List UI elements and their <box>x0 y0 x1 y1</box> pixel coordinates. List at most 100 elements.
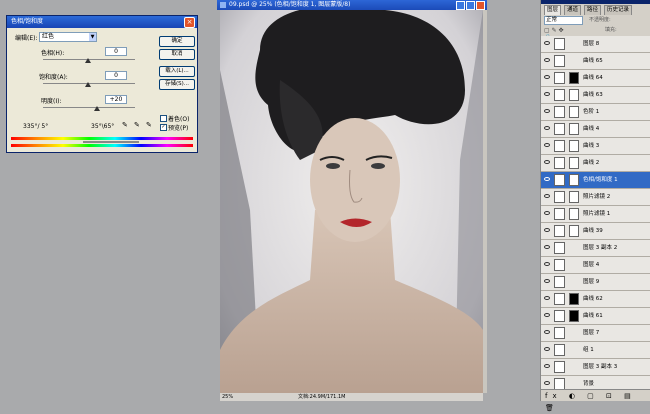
layer-row[interactable]: 图层 8 <box>541 36 650 53</box>
blend-mode-select[interactable]: 正常 <box>544 16 583 25</box>
lightness-input[interactable]: +20 <box>105 95 127 104</box>
image-canvas[interactable] <box>220 10 483 393</box>
eye-icon[interactable] <box>544 245 550 249</box>
layer-row[interactable]: 曲线 63 <box>541 87 650 104</box>
eyedropper-icon[interactable]: ✎ <box>122 121 128 129</box>
minimize-icon[interactable] <box>456 1 465 10</box>
layer-thumbnail <box>554 378 565 389</box>
eyedropper-minus-icon[interactable]: ✎ <box>146 121 152 129</box>
layer-mask-thumbnail[interactable] <box>569 208 579 220</box>
layer-mask-thumbnail[interactable] <box>569 89 579 101</box>
eye-icon[interactable] <box>544 313 550 317</box>
layer-row[interactable]: 照片滤镜 2 <box>541 189 650 206</box>
layer-row[interactable]: 图层 9 <box>541 274 650 291</box>
eye-icon[interactable] <box>544 296 550 300</box>
saturation-input[interactable]: 0 <box>105 71 127 80</box>
saturation-slider-thumb[interactable] <box>85 82 91 87</box>
tab-paths[interactable]: 路径 <box>584 5 602 15</box>
layer-row[interactable]: 曲线 65 <box>541 53 650 70</box>
ok-button[interactable]: 确定 <box>159 36 195 47</box>
lightness-slider-thumb[interactable] <box>94 106 100 111</box>
layer-row[interactable]: 曲线 62 <box>541 291 650 308</box>
preview-checkbox[interactable]: ✓ <box>160 124 167 131</box>
layer-list: 图层 8 曲线 65 曲线 64 曲线 63 色阶 1 曲线 4 曲线 3 曲线 2 色相/饱和… <box>541 36 650 389</box>
eye-icon[interactable] <box>544 58 550 62</box>
eye-icon[interactable] <box>544 347 550 351</box>
layer-name: 曲线 63 <box>583 92 603 98</box>
hue-slider-thumb[interactable] <box>85 58 91 63</box>
eye-icon[interactable] <box>544 262 550 266</box>
layer-thumbnail <box>554 72 565 84</box>
eye-icon[interactable] <box>544 109 550 113</box>
layer-row[interactable]: 曲线 39 <box>541 223 650 240</box>
tab-layers[interactable]: 图层 <box>544 5 562 15</box>
edit-select[interactable]: 红色 ▼ <box>39 32 97 42</box>
image-document-window: 09.psd @ 25% (色相/饱和度 1, 图层蒙版/8) 25% 文档:2… <box>217 0 487 401</box>
eye-icon[interactable] <box>544 228 550 232</box>
layer-row[interactable]: 曲线 2 <box>541 155 650 172</box>
save-button[interactable]: 存储(S)... <box>159 79 195 90</box>
eye-icon[interactable] <box>544 160 550 164</box>
eye-icon[interactable] <box>544 279 550 283</box>
tab-history[interactable]: 历史记录 <box>604 5 633 15</box>
eye-icon[interactable] <box>544 92 550 96</box>
lightness-slider-track[interactable] <box>43 107 135 108</box>
layer-mask-thumbnail[interactable] <box>569 191 579 203</box>
layer-row[interactable]: 曲线 61 <box>541 308 650 325</box>
load-button[interactable]: 载入(L)... <box>159 66 195 77</box>
range-indicator[interactable] <box>83 141 139 143</box>
layer-row[interactable]: 色相/饱和度 1 <box>541 172 650 189</box>
layer-row[interactable]: 图层 4 <box>541 257 650 274</box>
panel-title-bar[interactable] <box>541 0 650 4</box>
layer-row[interactable]: 曲线 4 <box>541 121 650 138</box>
lock-icons[interactable]: ▢ ✎ ✥ 🔒 <box>544 27 572 41</box>
eye-icon[interactable] <box>544 75 550 79</box>
eyedropper-plus-icon[interactable]: ✎ <box>134 121 140 129</box>
layer-mask-thumbnail[interactable] <box>569 225 579 237</box>
layer-mask-thumbnail[interactable] <box>569 123 579 135</box>
chevron-down-icon[interactable]: ▼ <box>89 33 96 41</box>
layer-mask-thumbnail[interactable] <box>569 106 579 118</box>
layers-toolbar[interactable]: fx ◐ ▢ ⊡ ▤ 🗑 <box>541 389 650 412</box>
layer-name: 背景 <box>583 381 595 387</box>
layer-thumbnail <box>554 106 565 118</box>
layer-mask-thumbnail[interactable] <box>569 310 579 322</box>
vertical-scrollbar[interactable] <box>483 10 487 393</box>
eye-icon[interactable] <box>544 364 550 368</box>
eye-icon[interactable] <box>544 381 550 385</box>
eye-icon[interactable] <box>544 330 550 334</box>
eye-icon[interactable] <box>544 143 550 147</box>
layer-row[interactable]: 曲线 3 <box>541 138 650 155</box>
eye-icon[interactable] <box>544 194 550 198</box>
dialog-title-bar[interactable]: 色相/饱和度 × <box>7 16 197 28</box>
layer-row[interactable]: 色阶 1 <box>541 104 650 121</box>
eye-icon[interactable] <box>544 211 550 215</box>
layer-row[interactable]: 图层 3 副本 2 <box>541 240 650 257</box>
layer-thumbnail <box>554 123 565 135</box>
cancel-button[interactable]: 取消 <box>159 49 195 60</box>
tab-channels[interactable]: 通道 <box>564 5 582 15</box>
layer-row[interactable]: 曲线 64 <box>541 70 650 87</box>
layer-mask-thumbnail[interactable] <box>569 72 579 84</box>
layer-row[interactable]: 背景 <box>541 376 650 389</box>
layer-row[interactable]: 组 1 <box>541 342 650 359</box>
hue-input[interactable]: 0 <box>105 47 127 56</box>
dialog-title: 色相/饱和度 <box>11 18 44 25</box>
close-icon[interactable] <box>476 1 485 10</box>
layer-mask-thumbnail[interactable] <box>569 293 579 305</box>
eye-icon[interactable] <box>544 41 550 45</box>
layer-name: 照片滤镜 1 <box>583 211 611 217</box>
maximize-icon[interactable] <box>466 1 475 10</box>
eye-icon[interactable] <box>544 177 550 181</box>
colorize-checkbox[interactable] <box>160 115 167 122</box>
layer-mask-thumbnail[interactable] <box>569 140 579 152</box>
layer-mask-thumbnail[interactable] <box>569 174 579 186</box>
layer-row[interactable]: 照片滤镜 1 <box>541 206 650 223</box>
document-title-bar[interactable]: 09.psd @ 25% (色相/饱和度 1, 图层蒙版/8) <box>217 0 487 10</box>
layer-mask-thumbnail[interactable] <box>569 157 579 169</box>
zoom-level[interactable]: 25% <box>222 393 233 401</box>
layer-row[interactable]: 图层 3 副本 3 <box>541 359 650 376</box>
layer-row[interactable]: 图层 7 <box>541 325 650 342</box>
eye-icon[interactable] <box>544 126 550 130</box>
close-icon[interactable]: × <box>184 17 195 28</box>
